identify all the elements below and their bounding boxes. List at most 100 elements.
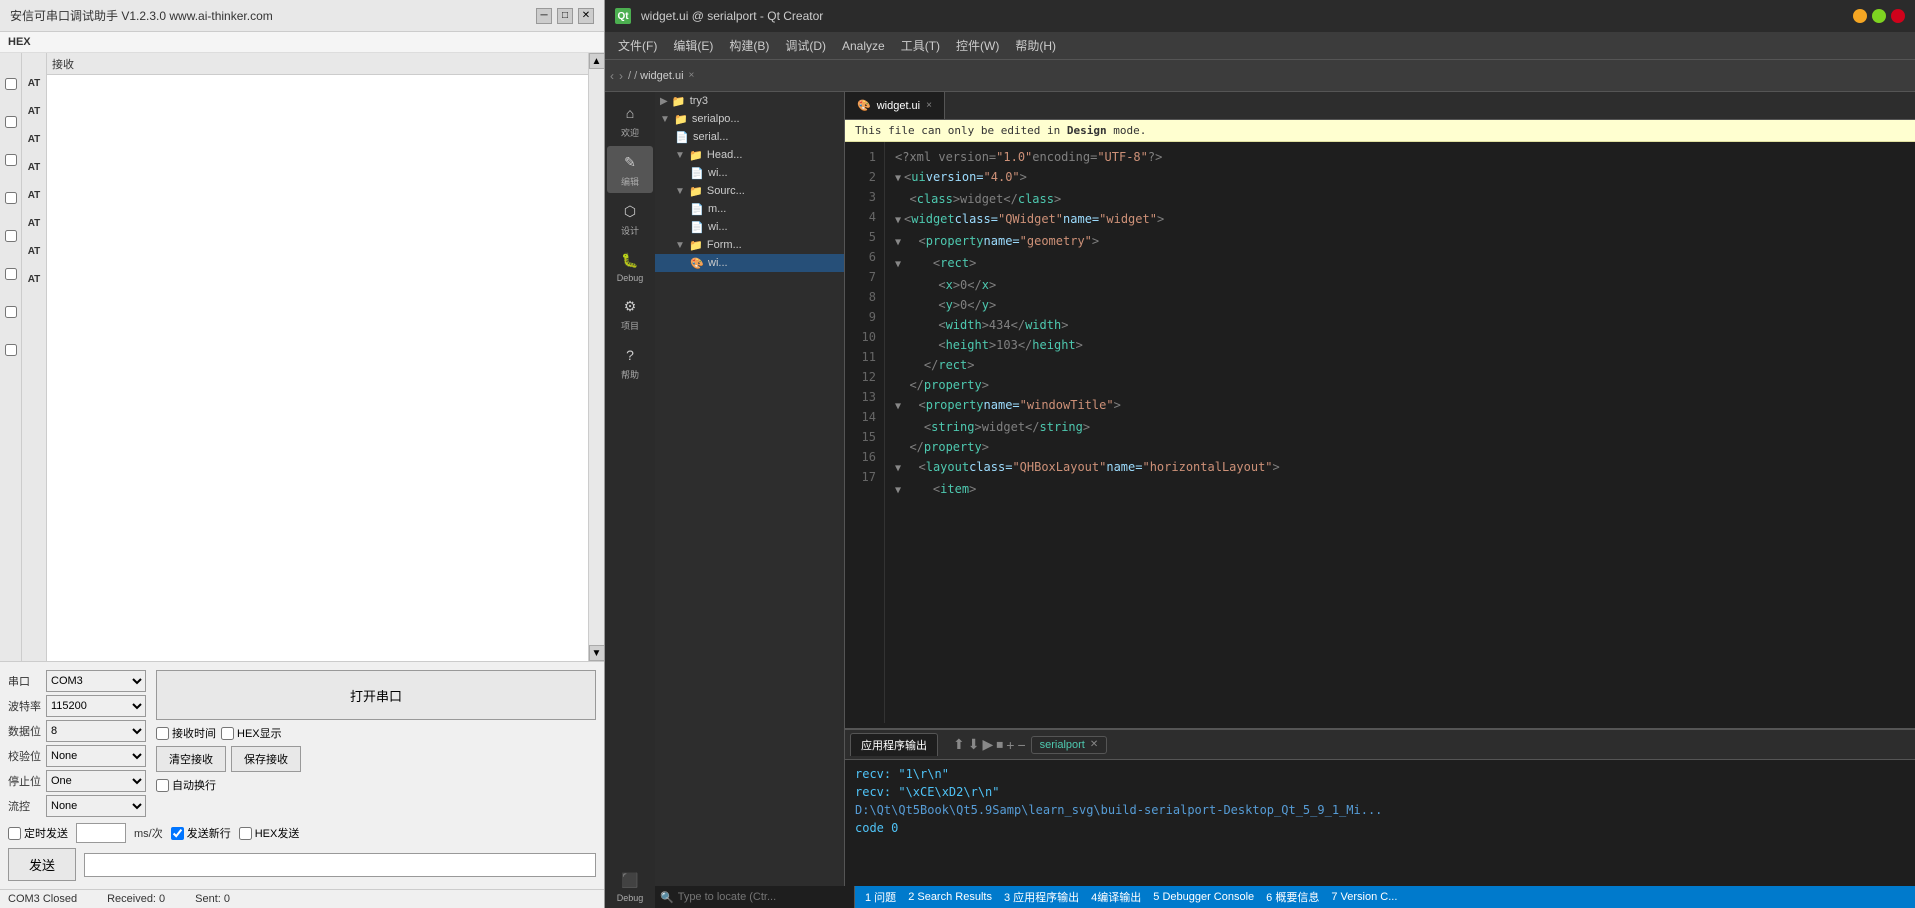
open-port-button[interactable]: 打开串口 <box>156 670 596 720</box>
toolbar-back-btn[interactable]: ‹ <box>610 69 614 83</box>
port-select[interactable]: COM3 <box>46 670 146 692</box>
collapse-4[interactable]: ▼ <box>895 211 901 231</box>
cb-row-8[interactable] <box>5 344 17 356</box>
tree-node-serialpo[interactable]: ▼ 📁 serialpo... <box>655 110 844 128</box>
databits-select[interactable]: 8 <box>46 720 146 742</box>
sidebar-item-project[interactable]: ⚙ 项目 <box>607 290 653 337</box>
menu-build[interactable]: 构建(B) <box>721 33 777 58</box>
sidebar-item-design[interactable]: ⬡ 设计 <box>607 195 653 242</box>
menu-help[interactable]: 帮助(H) <box>1007 33 1064 58</box>
status-overview[interactable]: 6 概要信息 <box>1261 889 1324 905</box>
recv-time-cb[interactable] <box>156 727 169 740</box>
sidebar-item-debug-bottom[interactable]: ⬛ Debug <box>607 864 653 908</box>
hex-display-label: HEX显示 <box>221 725 282 741</box>
status-app-output[interactable]: 3 应用程序输出 <box>999 889 1084 905</box>
close-btn[interactable]: ✕ <box>578 8 594 24</box>
collapse-17[interactable]: ▼ <box>895 481 901 501</box>
auto-newline-cb[interactable] <box>156 779 169 792</box>
flow-select[interactable]: None <box>46 795 146 817</box>
output-toolbar-up[interactable]: ⬆ <box>953 736 965 753</box>
send-button[interactable]: 发送 <box>8 848 76 881</box>
sidebar-item-debug[interactable]: 🐛 Debug <box>607 244 653 288</box>
stopbits-select[interactable]: One <box>46 770 146 792</box>
hex-display-cb[interactable] <box>221 727 234 740</box>
collapse-5[interactable]: ▼ <box>895 233 901 253</box>
output-toolbar-plus[interactable]: + <box>1006 737 1014 753</box>
newline-cb[interactable] <box>171 827 184 840</box>
code-line-4: ▼<widget class="QWidget" name="widget"> <box>895 209 1905 231</box>
tab-close-icon[interactable]: × <box>689 70 695 81</box>
toolbar-forward-btn[interactable]: › <box>619 69 623 83</box>
sidebar-item-welcome[interactable]: ⌂ 欢迎 <box>607 97 653 144</box>
sidebar-edit-label: 编辑 <box>621 175 639 188</box>
output-session[interactable]: serialport ✕ <box>1031 736 1108 754</box>
timer-send-cb[interactable] <box>8 827 21 840</box>
receive-textarea[interactable] <box>47 75 588 661</box>
maximize-btn[interactable]: □ <box>557 8 573 24</box>
tree-node-serial-file[interactable]: 📄 serial... <box>655 128 844 146</box>
cb-row-4[interactable] <box>5 192 17 204</box>
parity-select[interactable]: None <box>46 745 146 767</box>
status-debugger[interactable]: 5 Debugger Console <box>1148 891 1259 903</box>
cb-row-6[interactable] <box>5 268 17 280</box>
status-compile[interactable]: 4编译输出 <box>1086 889 1146 905</box>
menu-edit[interactable]: 编辑(E) <box>665 33 721 58</box>
tree-label-m: m... <box>708 203 726 215</box>
tree-node-head[interactable]: ▼ 📁 Head... <box>655 146 844 164</box>
cb-row-1[interactable] <box>5 78 17 90</box>
databits-label: 数据位 <box>8 723 41 739</box>
locate-input[interactable] <box>678 891 849 903</box>
timer-input[interactable]: 800 <box>76 823 126 843</box>
sidebar-item-help[interactable]: ? 帮助 <box>607 339 653 386</box>
output-toolbar-play[interactable]: ▶ <box>982 736 993 753</box>
status-version[interactable]: 7 Version C... <box>1326 891 1402 903</box>
welcome-icon: ⌂ <box>619 102 641 124</box>
stopbits-label: 停止位 <box>8 773 41 789</box>
scroll-up-btn[interactable]: ▲ <box>589 53 605 69</box>
output-tab-app[interactable]: 应用程序输出 <box>850 733 938 756</box>
qt-close-btn[interactable] <box>1891 9 1905 23</box>
qt-maximize-btn[interactable] <box>1872 9 1886 23</box>
baudrate-select[interactable]: 115200 <box>46 695 146 717</box>
tree-node-m[interactable]: 📄 m... <box>655 200 844 218</box>
cb-row-5[interactable] <box>5 230 17 242</box>
menu-tools[interactable]: 工具(T) <box>893 33 948 58</box>
cb-row-7[interactable] <box>5 306 17 318</box>
send-input[interactable]: 我 <box>84 853 596 877</box>
qt-file-tree: ▶ 📁 try3 ▼ 📁 serialpo... 📄 serial... ▼ 📁… <box>655 92 845 908</box>
hex-send-cb[interactable] <box>239 827 252 840</box>
collapse-6[interactable]: ▼ <box>895 255 901 275</box>
clear-recv-button[interactable]: 清空接收 <box>156 746 226 772</box>
design-icon: ⬡ <box>619 200 641 222</box>
collapse-13[interactable]: ▼ <box>895 397 901 417</box>
tree-node-sourc[interactable]: ▼ 📁 Sourc... <box>655 182 844 200</box>
output-toolbar-stop[interactable]: ⏹ <box>996 736 1003 753</box>
scroll-down-btn[interactable]: ▼ <box>589 645 605 661</box>
collapse-2[interactable]: ▼ <box>895 169 901 189</box>
minimize-btn[interactable]: ─ <box>536 8 552 24</box>
qt-minimize-btn[interactable] <box>1853 9 1867 23</box>
tree-node-widget-ui[interactable]: 🎨 wi... <box>655 254 844 272</box>
cb-row-3[interactable] <box>5 154 17 166</box>
cb-row-2[interactable] <box>5 116 17 128</box>
tree-node-wi2[interactable]: 📄 wi... <box>655 218 844 236</box>
menu-controls[interactable]: 控件(W) <box>948 33 1007 58</box>
code-content[interactable]: <?xml version="1.0" encoding="UTF-8"?> ▼… <box>885 142 1915 723</box>
menu-file[interactable]: 文件(F) <box>610 33 665 58</box>
menu-analyze[interactable]: Analyze <box>834 35 893 57</box>
output-toolbar-minus[interactable]: − <box>1017 737 1025 753</box>
tree-node-try3[interactable]: ▶ 📁 try3 <box>655 92 844 110</box>
collapse-16[interactable]: ▼ <box>895 459 901 479</box>
session-close-icon[interactable]: ✕ <box>1090 739 1098 750</box>
output-toolbar-down[interactable]: ⬇ <box>968 736 980 753</box>
tree-node-form[interactable]: ▼ 📁 Form... <box>655 236 844 254</box>
status-problems[interactable]: 1 问题 <box>860 889 901 905</box>
qt-window-controls <box>1853 9 1905 23</box>
editor-tab-widget-ui[interactable]: 🎨 widget.ui × <box>845 92 945 119</box>
save-recv-button[interactable]: 保存接收 <box>231 746 301 772</box>
tab-close-btn[interactable]: × <box>926 100 932 111</box>
status-search[interactable]: 2 Search Results <box>903 891 997 903</box>
tree-node-wi1[interactable]: 📄 wi... <box>655 164 844 182</box>
menu-debug[interactable]: 调试(D) <box>777 33 834 58</box>
sidebar-item-edit[interactable]: ✎ 编辑 <box>607 146 653 193</box>
